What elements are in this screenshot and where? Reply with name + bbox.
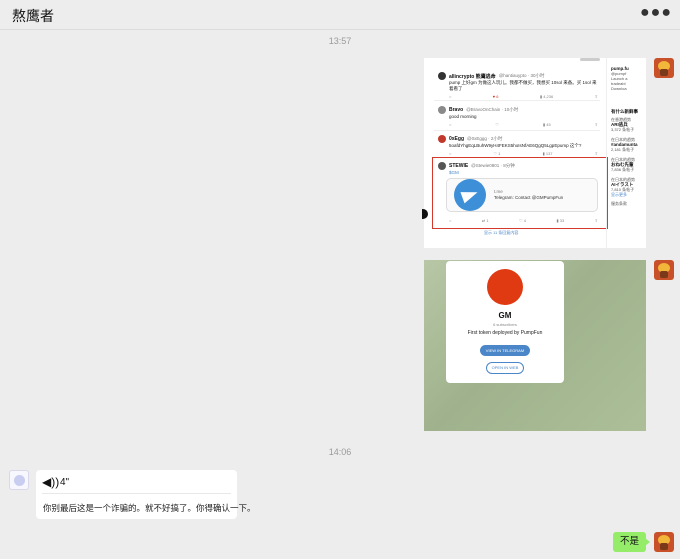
tweet: 0xEgg @0xEggg · 2小时 5oafdYhgEqLBuhW9yH4F… (438, 135, 598, 156)
tweet-text: good morning (449, 114, 477, 119)
like-icon: ♡ (495, 122, 499, 127)
like-icon: ♡ 4 (519, 218, 526, 223)
voice-transcript: 你别最后这是一个诈骗的。就不好搞了。你得确认一下。 (43, 503, 256, 513)
tweet-text: 5oafdYhgEqLBuhW9yH4FEKS5hoIsNfAE6QgQ5Lgp… (449, 143, 582, 148)
more-icon[interactable]: ●●● (640, 4, 672, 22)
avatar (438, 135, 446, 143)
tweet-highlighted: STEWIE @Stewie0801 · 8分钟 $GM (438, 162, 598, 176)
voice-message-bubble[interactable]: ◀)) 4" 你别最后这是一个诈骗的。就不好搞了。你得确认一下。 (36, 470, 256, 519)
tweet-actions-row: ○ ⇄ 1 ♡ 4 ▮ 33 ⇪ (438, 216, 598, 223)
show-replies-link: 显示 11 条回复内容 (484, 230, 519, 235)
like-icon: ♡ 1 (493, 151, 501, 156)
my-avatar[interactable] (654, 58, 674, 78)
link-card-text: t.me Telegram: Contact @GMPumpFun (494, 189, 563, 201)
view-icon: ▮ 33 (556, 218, 565, 223)
tweet-actions: ○ ♡ 1 ▮ 137 ⇪ (449, 151, 598, 156)
share-icon: ⇪ (594, 151, 598, 156)
scrollbar (580, 58, 600, 61)
tweet-actions: ○ ♡ ▮ 45 ⇪ (449, 122, 598, 127)
divider (42, 493, 231, 494)
my-avatar[interactable] (654, 532, 674, 552)
chat-title: 熬鹰者 (12, 8, 54, 24)
divider (434, 100, 600, 101)
avatar (438, 162, 446, 170)
share-icon: ⇪ (594, 94, 598, 99)
tweet-screenshot-image[interactable]: allincrypto 熊鹰逃命 @hantiauypto · 30小时 pum… (424, 58, 646, 248)
view-icon: ▮ 45 (542, 122, 551, 127)
timestamp: 14:06 (328, 447, 352, 457)
view-icon: ▮ 137 (542, 151, 553, 156)
tweet-actions: ○ ⇄ 1 ♡ 4 ▮ 33 ⇪ (449, 218, 598, 223)
tweet-handle: @BravoOnChain · 10小时 (466, 107, 519, 112)
telegram-preview-card: GM 6 subscribers First token deployed by… (446, 261, 564, 383)
voice-icon: ◀)) (42, 475, 60, 489)
reply-icon: ○ (449, 151, 452, 156)
reply-icon: ○ (449, 218, 452, 223)
sent-message-bubble[interactable]: 不是 (613, 532, 650, 552)
share-icon: ⇪ (594, 122, 598, 127)
tweet-text: $GM (449, 170, 459, 175)
tweet: allincrypto 熊鹰逃命 @hantiauypto · 30小时 pum… (438, 72, 598, 99)
open-in-web-button: OPEN IN WEB (486, 362, 524, 374)
divider (434, 130, 600, 131)
contact-avatar[interactable] (9, 470, 29, 490)
telegram-screenshot-image[interactable]: GM 6 subscribers First token deployed by… (424, 260, 646, 431)
tweet: Bravo @BravoOnChain · 10小时 good morning … (438, 106, 598, 127)
sidebar-text: 服务条款 (611, 201, 627, 206)
timestamp: 13:57 (328, 36, 352, 46)
tweet-author: STEWIE (449, 163, 469, 169)
avatar (438, 106, 446, 114)
link-title: Telegram: Contact @GMPumpFun (494, 195, 564, 200)
like-icon: ♥ 6 (492, 94, 499, 99)
avatar (438, 72, 446, 80)
tweet-handle: @Stewie0801 · 8分钟 (471, 163, 515, 168)
reply-icon: ○ (449, 122, 452, 127)
trends-sidebar: pump.fu @pumpf Launch a tradeabl Downloa… (606, 58, 646, 248)
chat-header: 熬鹰者 ●●● (0, 0, 680, 30)
retweet-icon: ⇄ 1 (481, 218, 489, 223)
share-icon: ⇪ (594, 218, 598, 223)
channel-description: First token deployed by PumpFun (467, 330, 543, 336)
subscriber-count: 6 subscribers (493, 322, 517, 327)
voice-duration: 4" (60, 477, 70, 488)
view-icon: ▮ 4,236 (539, 94, 554, 99)
tweet-author: Bravo (449, 107, 464, 113)
telegram-icon (454, 179, 486, 211)
my-avatar[interactable] (654, 260, 674, 280)
tweet-handle: @0xEggg · 2小时 (467, 136, 503, 141)
channel-name: GM (498, 311, 512, 320)
view-in-telegram-button: VIEW IN TELEGRAM (480, 345, 530, 356)
tweet-text: pump 上好gm 为做这人玩儿。我都不做买，我想买 10sol 来备。买 1s… (449, 80, 597, 91)
tweet-author: 0xEgg (449, 136, 465, 142)
tweet-author: allincrypto 熊鹰逃命 (449, 73, 496, 80)
reply-icon: ○ (449, 94, 452, 99)
channel-avatar (487, 269, 523, 305)
tweet-handle: @hantiauypto · 30小时 (498, 73, 545, 78)
tweet-actions: ○ ♥ 6 ▮ 4,236 ⇪ (449, 94, 598, 99)
